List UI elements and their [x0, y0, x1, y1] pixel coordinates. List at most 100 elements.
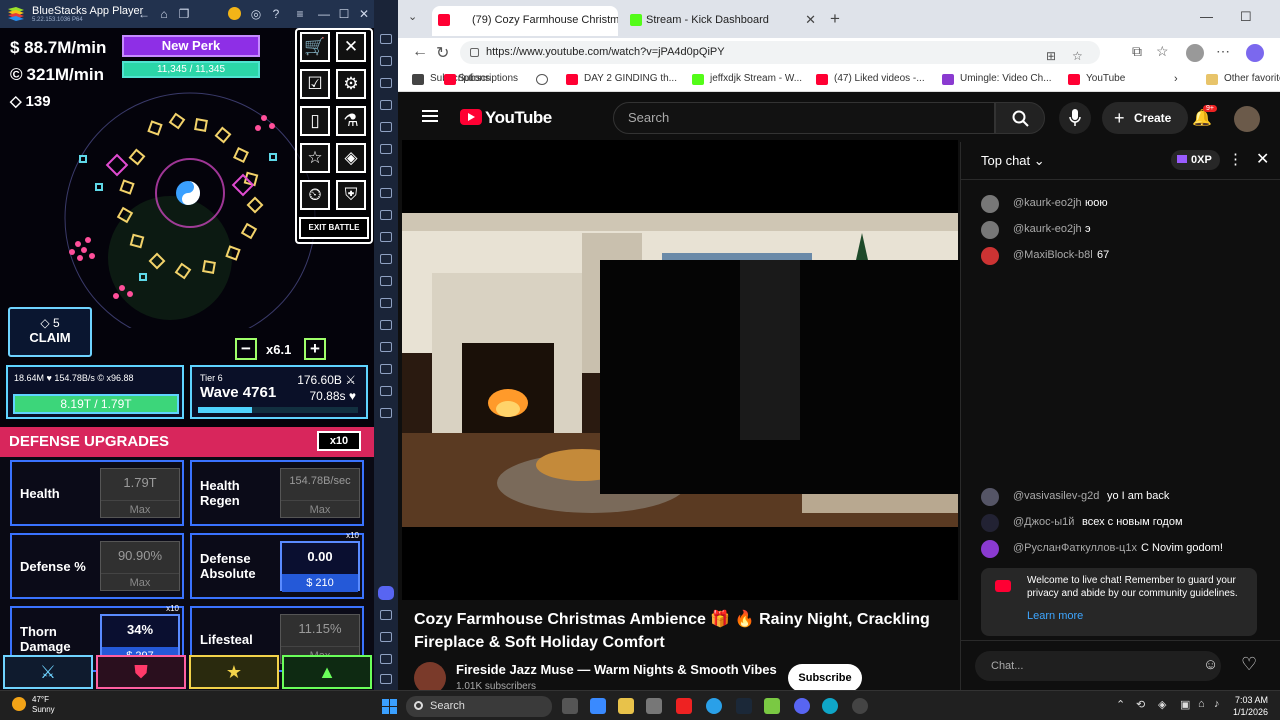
reload-icon[interactable]: ↻	[436, 43, 449, 63]
shield-badge-icon[interactable]: ⛨	[336, 180, 366, 210]
new-tab-icon[interactable]: +	[830, 9, 840, 29]
obs-icon[interactable]	[852, 698, 868, 714]
bookmark-item[interactable]: Umingle: Video Ch...	[942, 73, 1052, 85]
copilot-icon[interactable]	[1246, 44, 1264, 62]
learn-more-link[interactable]: Learn more	[1027, 610, 1083, 622]
chat-mode-dropdown[interactable]: Top chat ⌄	[981, 153, 1045, 169]
volume-icon[interactable]: ♪	[1214, 698, 1220, 710]
minimize-icon[interactable]: —	[316, 6, 332, 22]
sidebar-tool-icon[interactable]	[380, 210, 392, 220]
bookmark-item[interactable]: YouTube	[1068, 73, 1125, 85]
sidebar-tool-icon[interactable]	[380, 122, 392, 132]
sidebar-tool-icon[interactable]	[380, 276, 392, 286]
recents-icon[interactable]: ❐	[176, 6, 192, 22]
menu-icon[interactable]: ≡	[292, 6, 308, 22]
back-icon[interactable]: ←	[412, 43, 428, 61]
chat-input[interactable]: Chat...	[975, 651, 1221, 681]
chat-username[interactable]: @Джос-ы1й	[1013, 516, 1074, 528]
steam-icon[interactable]	[736, 698, 752, 714]
minimize-icon[interactable]: —	[1200, 9, 1213, 24]
edge-icon[interactable]	[822, 698, 838, 714]
app-red-icon[interactable]	[676, 698, 692, 714]
tab-kick[interactable]: Stream - Kick Dashboard ✕	[624, 6, 824, 36]
bookmark-item[interactable]: DAY 2 GINDING th...	[566, 73, 677, 85]
claim-gems-button[interactable]: ◇ 5 CLAIM	[8, 307, 92, 357]
chat-username[interactable]: @РусланФаткуллов-ц1х	[1013, 542, 1137, 554]
app-available-icon[interactable]: ⊞	[1046, 45, 1056, 68]
channel-name[interactable]: Fireside Jazz Muse — Warm Nights & Smoot…	[456, 662, 777, 677]
star-icon[interactable]: ★	[189, 655, 279, 689]
weather-sun-icon[interactable]	[12, 697, 26, 711]
sidebar-tool-icon[interactable]	[380, 56, 392, 66]
sidebar-tool-icon[interactable]	[380, 298, 392, 308]
copilot-icon[interactable]	[590, 698, 606, 714]
help-icon[interactable]: ?	[268, 6, 284, 22]
tab-search-icon[interactable]: ⌄	[408, 10, 417, 23]
weather-widget[interactable]: 47°F Sunny	[32, 695, 55, 715]
address-bar[interactable]: https://www.youtube.com/watch?v=jPA4d0pQ…	[460, 41, 1100, 64]
bookmark-star-icon[interactable]: ☆	[1072, 45, 1083, 68]
system-clock[interactable]: 7:03 AM 1/1/2026	[1233, 694, 1268, 718]
coin-icon[interactable]	[228, 7, 241, 20]
bookmark-item[interactable]: Subscriptions	[444, 73, 518, 85]
diamond-icon[interactable]: ◈	[336, 143, 366, 173]
sidebar-tool-icon[interactable]	[380, 144, 392, 154]
settings-icon[interactable]	[380, 610, 392, 620]
card-icon[interactable]: ▯	[300, 106, 330, 136]
bluestacks-icon[interactable]	[764, 698, 780, 714]
task-view-icon[interactable]	[562, 698, 578, 714]
channel-avatar[interactable]	[414, 662, 446, 690]
chat-username[interactable]: @vasivasilev-g2d	[1013, 490, 1099, 502]
upgrade-value-box[interactable]: x10 0.00 $ 210	[280, 531, 360, 592]
youtube-search-input[interactable]: Search	[613, 102, 995, 134]
triangle-icon[interactable]: ▲	[282, 655, 372, 689]
new-perk-button[interactable]: New Perk	[122, 35, 260, 57]
sidebar-tool-icon[interactable]	[380, 364, 392, 374]
tray-app-icon[interactable]: ⟲	[1136, 698, 1145, 711]
tab-youtube[interactable]: (79) Cozy Farmhouse Christma	[432, 6, 618, 36]
cart-icon[interactable]: 🛒	[300, 32, 330, 62]
upgrade-multiplier-button[interactable]: x10	[317, 431, 361, 451]
discord-icon[interactable]	[794, 698, 810, 714]
edge-dev-icon[interactable]	[706, 698, 722, 714]
taskbar-search-input[interactable]: Search	[406, 696, 552, 717]
sidebar-tool-icon[interactable]	[380, 100, 392, 110]
file-explorer-icon[interactable]	[618, 698, 634, 714]
gear-icon[interactable]: ⚙	[336, 69, 366, 99]
sidebar-tool-icon[interactable]	[380, 320, 392, 330]
hamburger-menu-icon[interactable]	[422, 110, 438, 122]
close-tab-icon[interactable]: ✕	[805, 6, 816, 34]
emoji-icon[interactable]: ☺	[1203, 656, 1218, 673]
recents-icon[interactable]	[380, 674, 392, 684]
chat-username[interactable]: @kaurk-eo2jh	[1013, 197, 1082, 209]
upgrade-value-box[interactable]: 90.90% Max	[100, 541, 180, 591]
maximize-icon[interactable]: ☐	[336, 6, 352, 22]
home-icon[interactable]	[380, 654, 392, 664]
youtube-logo-icon[interactable]	[460, 109, 482, 125]
tray-overflow-icon[interactable]: ⌃	[1116, 698, 1125, 711]
sidebar-tool-icon[interactable]	[380, 408, 392, 418]
sidebar-tool-icon[interactable]	[380, 34, 392, 44]
back-icon[interactable]	[380, 632, 392, 642]
sidebar-tool-icon[interactable]	[380, 254, 392, 264]
upgrade-card-health-regen[interactable]: Health Regen 154.78B/sec Max	[190, 460, 364, 526]
exit-battle-button[interactable]: EXIT BATTLE	[299, 217, 369, 239]
favorites-icon[interactable]: ☆	[1156, 43, 1169, 60]
upgrade-card-health[interactable]: Health 1.79T Max	[10, 460, 184, 526]
sidebar-tool-icon[interactable]	[380, 342, 392, 352]
home-icon[interactable]: ⌂	[156, 6, 172, 22]
youtube-logo-text[interactable]: YouTube	[485, 108, 552, 128]
shield-icon[interactable]: ⛊	[96, 655, 186, 689]
back-icon[interactable]: ←	[136, 6, 152, 22]
close-icon[interactable]: ✕	[1256, 149, 1269, 169]
checklist-icon[interactable]: ☑	[300, 69, 330, 99]
upgrade-value-box[interactable]: 154.78B/sec Max	[280, 468, 360, 518]
user-avatar[interactable]	[1234, 106, 1260, 132]
extensions-icon[interactable]: ⧉	[1132, 43, 1142, 60]
create-button[interactable]: + Create	[1102, 102, 1188, 134]
site-info-icon[interactable]	[470, 48, 479, 57]
voice-search-button[interactable]	[1059, 102, 1091, 134]
more-icon[interactable]: ⋯	[1216, 43, 1230, 60]
search-button[interactable]	[995, 102, 1045, 134]
heart-icon[interactable]: ♡	[1241, 654, 1257, 675]
